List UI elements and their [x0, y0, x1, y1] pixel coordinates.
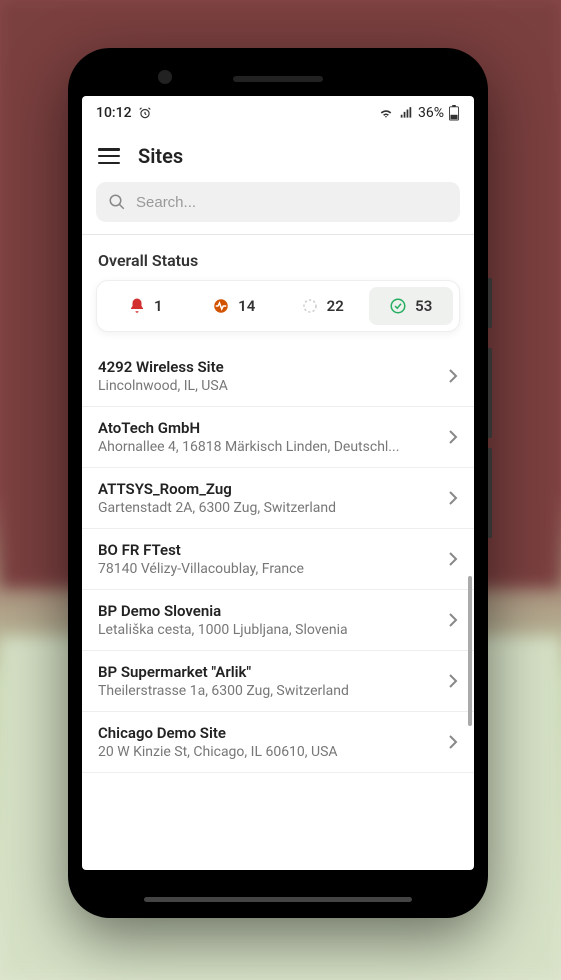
chevron-right-icon — [448, 429, 458, 445]
site-text: BP Demo Slovenia Letališka cesta, 1000 L… — [98, 602, 438, 638]
status-pending[interactable]: 22 — [280, 287, 365, 325]
site-text: BO FR FTest 78140 Vélizy-Villacoublay, F… — [98, 541, 438, 577]
status-card: 1 14 22 53 — [96, 280, 460, 332]
page-title: Sites — [138, 144, 183, 168]
status-ok[interactable]: 53 — [369, 287, 454, 325]
status-bar: 10:12 36% — [82, 96, 474, 130]
phone-volume-up — [488, 348, 492, 438]
chevron-right-icon — [448, 368, 458, 384]
phone-camera — [158, 70, 172, 84]
nav-pill — [312, 897, 412, 902]
bell-icon — [128, 297, 146, 315]
chevron-right-icon — [448, 612, 458, 628]
site-name: BP Demo Slovenia — [98, 602, 438, 620]
battery-icon — [448, 105, 460, 121]
heartbeat-icon — [212, 297, 230, 315]
app-header: Sites — [82, 130, 474, 178]
signal-icon — [398, 106, 414, 120]
site-row[interactable]: AtoTech GmbH Ahornallee 4, 16818 Märkisc… — [82, 407, 474, 468]
site-text: AtoTech GmbH Ahornallee 4, 16818 Märkisc… — [98, 419, 438, 455]
site-address: Lincolnwood, IL, USA — [98, 378, 438, 394]
site-address: 78140 Vélizy-Villacoublay, France — [98, 561, 438, 577]
site-list[interactable]: 4292 Wireless Site Lincolnwood, IL, USA … — [82, 346, 474, 870]
menu-button[interactable] — [98, 148, 120, 164]
phone-volume-down — [488, 448, 492, 538]
phone-frame: 10:12 36% Sites Overall Status — [68, 48, 488, 918]
phone-side-button — [488, 278, 492, 328]
site-row[interactable]: 4292 Wireless Site Lincolnwood, IL, USA — [82, 346, 474, 407]
site-address: Gartenstadt 2A, 6300 Zug, Switzerland — [98, 500, 438, 516]
site-row[interactable]: BP Demo Slovenia Letališka cesta, 1000 L… — [82, 590, 474, 651]
site-name: BP Supermarket "Arlik" — [98, 663, 438, 681]
check-circle-icon — [389, 297, 407, 315]
site-address: Theilerstrasse 1a, 6300 Zug, Switzerland — [98, 683, 438, 699]
status-count: 22 — [327, 297, 344, 315]
status-count: 53 — [415, 297, 432, 315]
screen: 10:12 36% Sites Overall Status — [82, 96, 474, 870]
site-row[interactable]: BP Supermarket "Arlik" Theilerstrasse 1a… — [82, 651, 474, 712]
site-text: BP Supermarket "Arlik" Theilerstrasse 1a… — [98, 663, 438, 699]
site-address: 20 W Kinzie St, Chicago, IL 60610, USA — [98, 744, 438, 760]
status-count: 1 — [154, 297, 163, 315]
site-name: Chicago Demo Site — [98, 724, 438, 742]
chevron-right-icon — [448, 551, 458, 567]
alarm-icon — [138, 106, 152, 120]
status-alert[interactable]: 1 — [103, 287, 188, 325]
clock: 10:12 — [96, 105, 132, 121]
site-address: Letališka cesta, 1000 Ljubljana, Sloveni… — [98, 622, 438, 638]
chevron-right-icon — [448, 673, 458, 689]
phone-speaker — [233, 76, 323, 82]
site-row[interactable]: BO FR FTest 78140 Vélizy-Villacoublay, F… — [82, 529, 474, 590]
battery-percent: 36% — [418, 105, 444, 121]
search-icon — [108, 193, 126, 211]
site-text: ATTSYS_Room_Zug Gartenstadt 2A, 6300 Zug… — [98, 480, 438, 516]
overall-status-label: Overall Status — [82, 235, 474, 280]
scrollbar-thumb[interactable] — [468, 576, 472, 726]
site-text: Chicago Demo Site 20 W Kinzie St, Chicag… — [98, 724, 438, 760]
site-address: Ahornallee 4, 16818 Märkisch Linden, Deu… — [98, 439, 438, 455]
site-text: 4292 Wireless Site Lincolnwood, IL, USA — [98, 358, 438, 394]
status-count: 14 — [238, 297, 255, 315]
wifi-icon — [378, 106, 394, 120]
site-name: 4292 Wireless Site — [98, 358, 438, 376]
search-input-wrapper[interactable] — [96, 182, 460, 222]
site-name: BO FR FTest — [98, 541, 438, 559]
search-input[interactable] — [136, 194, 448, 211]
chevron-right-icon — [448, 734, 458, 750]
site-name: AtoTech GmbH — [98, 419, 438, 437]
site-name: ATTSYS_Room_Zug — [98, 480, 438, 498]
site-row[interactable]: ATTSYS_Room_Zug Gartenstadt 2A, 6300 Zug… — [82, 468, 474, 529]
chevron-right-icon — [448, 490, 458, 506]
status-warning[interactable]: 14 — [192, 287, 277, 325]
site-row[interactable]: Chicago Demo Site 20 W Kinzie St, Chicag… — [82, 712, 474, 773]
loading-icon — [301, 297, 319, 315]
